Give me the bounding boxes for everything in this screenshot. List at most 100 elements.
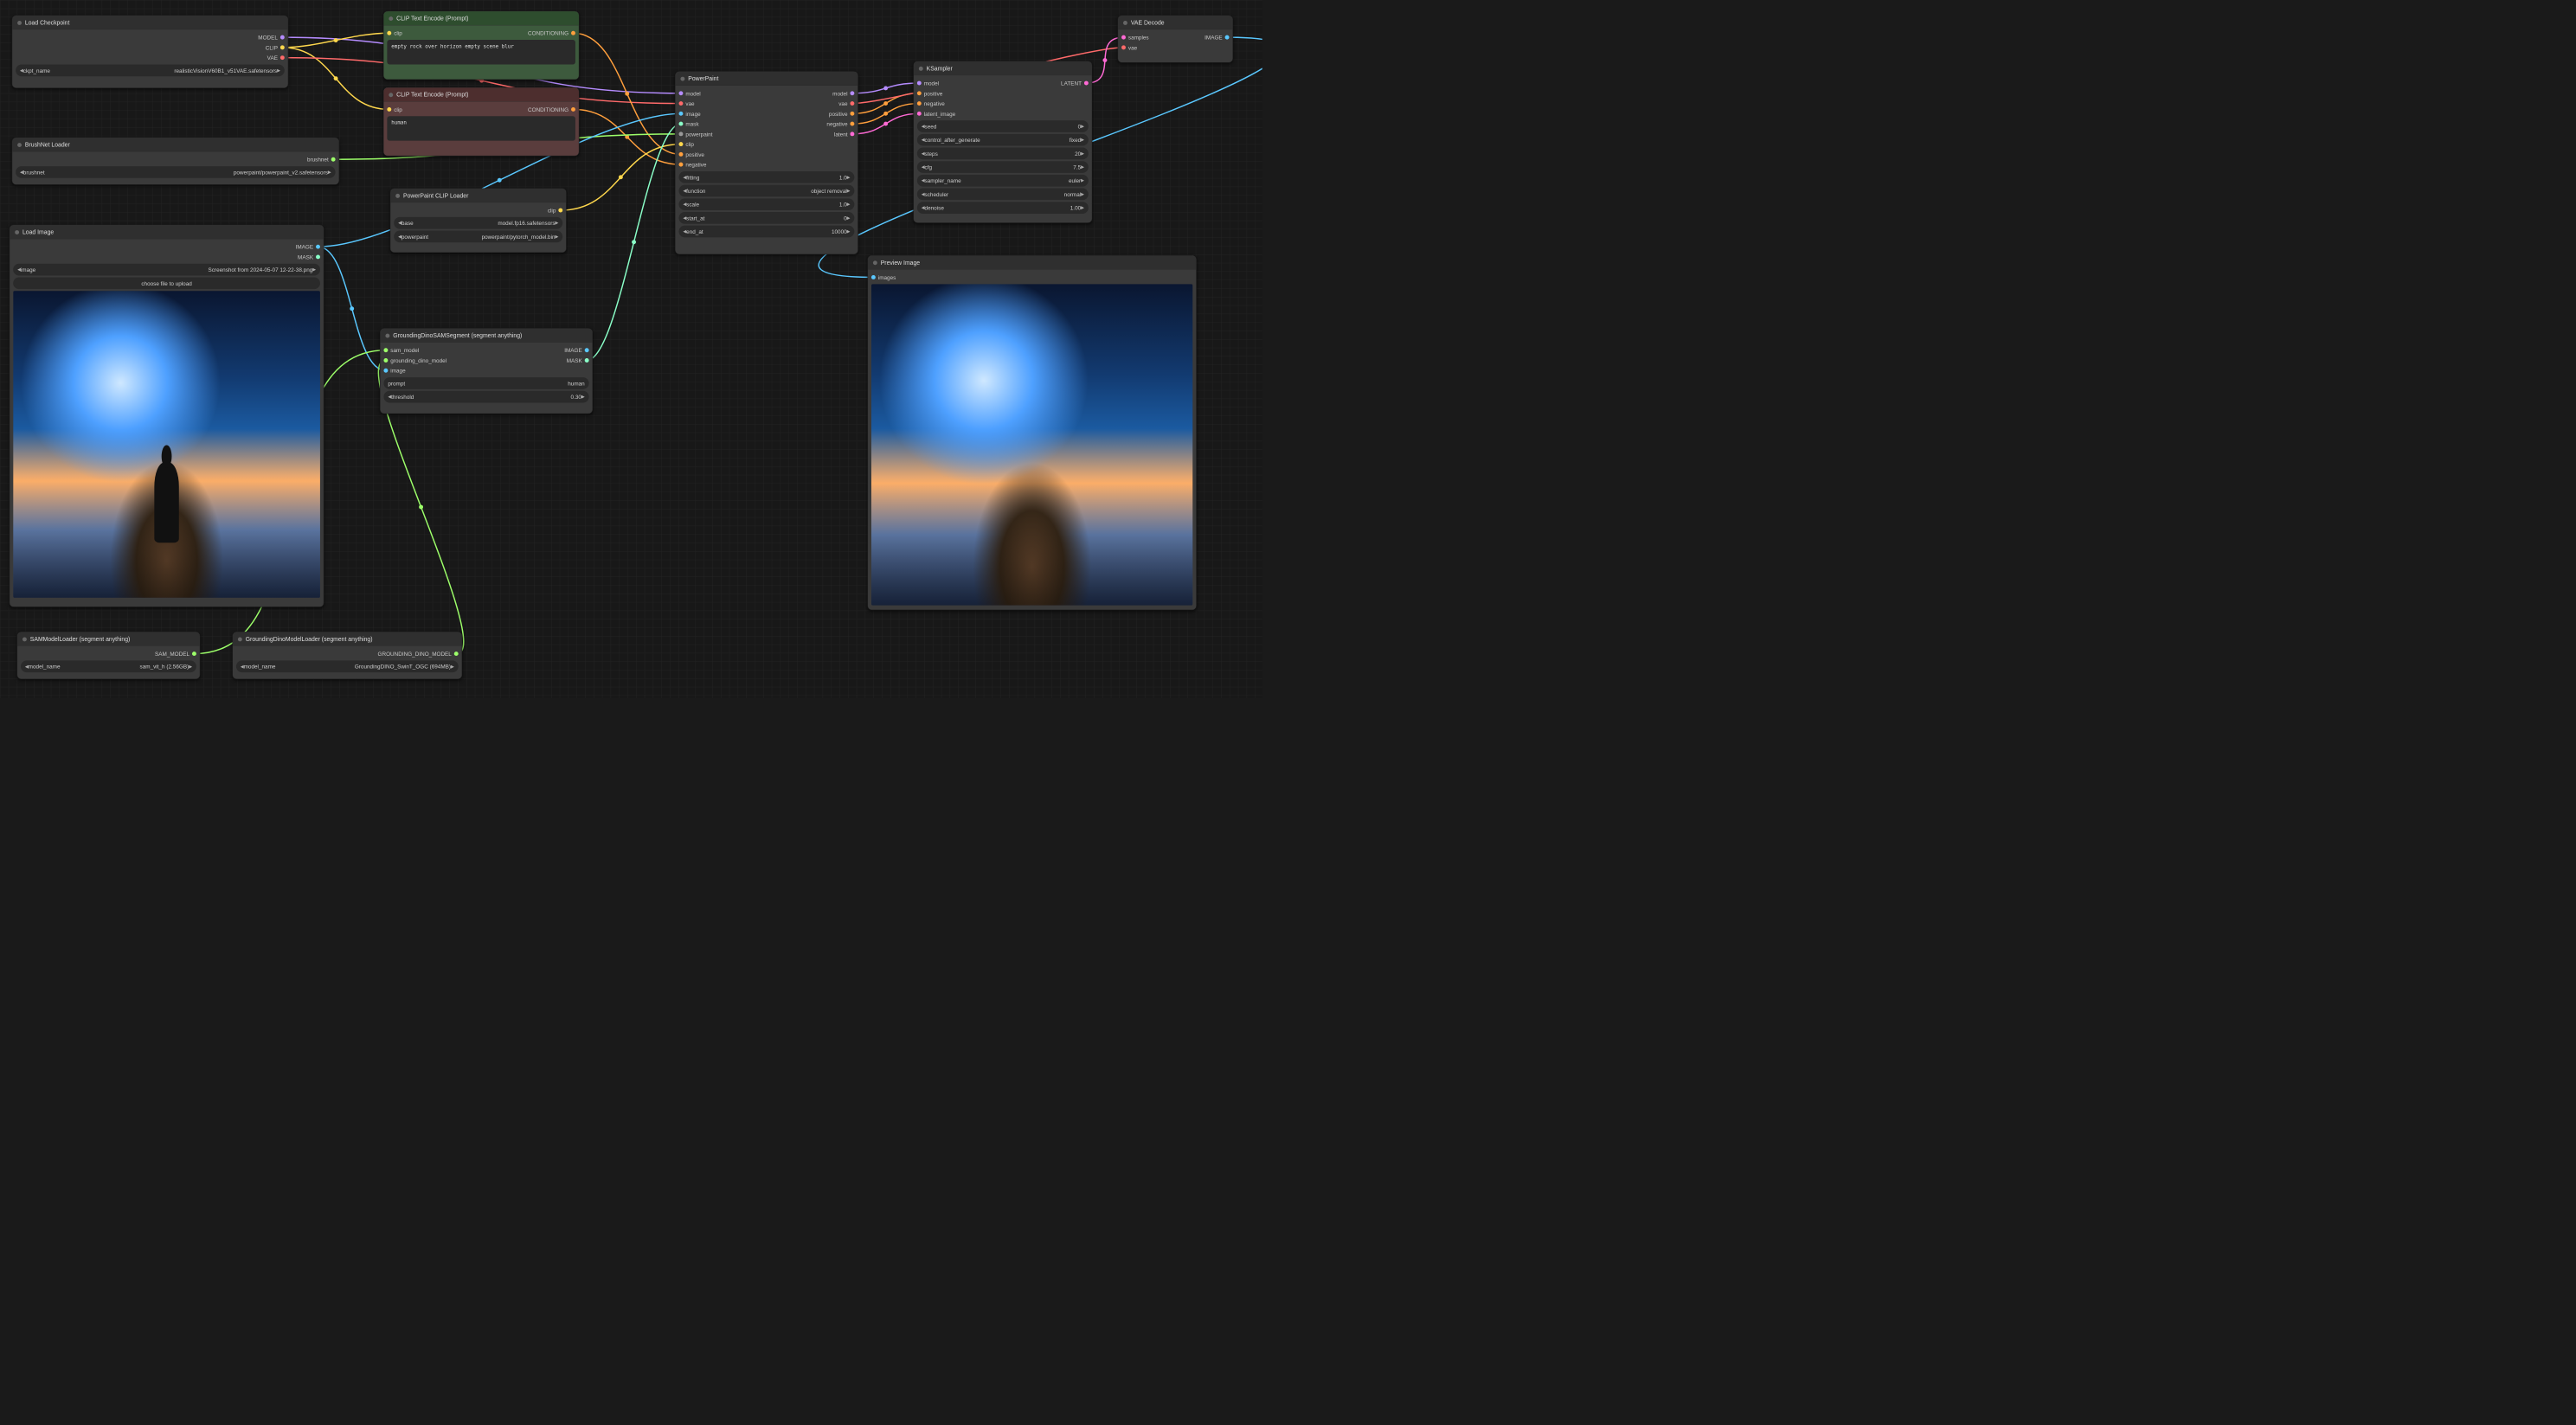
output-port-CONDITIONING[interactable]	[571, 31, 575, 35]
wire[interactable]	[282, 33, 389, 48]
node-load_image[interactable]: Load ImageIMAGEMASK◀imageScreenshot from…	[10, 225, 324, 607]
node-dino_loader[interactable]: GroundingDinoModelLoader (segment anythi…	[233, 632, 463, 679]
widget-fitting[interactable]: ◀fitting1.0▶	[678, 171, 854, 183]
widget-threshold[interactable]: ◀threshold0.30▶	[383, 391, 588, 403]
node-title[interactable]: BrushNet Loader	[12, 138, 338, 151]
output-port-GROUNDING_DINO_MODEL[interactable]	[454, 652, 459, 656]
input-port-grounding_dino_model[interactable]	[383, 358, 388, 363]
node-title[interactable]: KSampler	[914, 61, 1092, 75]
output-port-CONDITIONING[interactable]	[571, 107, 575, 112]
input-port-vae[interactable]	[1121, 45, 1126, 49]
widget-sampler_name[interactable]: ◀sampler_nameeuler▶	[917, 175, 1089, 187]
collapse-dot-icon[interactable]	[919, 67, 923, 71]
wire[interactable]	[852, 104, 919, 125]
output-port-latent[interactable]	[850, 132, 854, 136]
input-port-image[interactable]	[678, 112, 683, 116]
prompt-textarea[interactable]: empty rock over horizon empty scene blur	[387, 40, 575, 64]
wire[interactable]	[561, 144, 681, 210]
wire[interactable]	[573, 109, 680, 164]
node-title[interactable]: CLIP Text Encode (Prompt)	[383, 87, 578, 101]
widget-model_name[interactable]: ◀model_nameGroundingDINO_SwinT_OGC (694M…	[236, 660, 459, 672]
node-ksampler[interactable]: KSamplermodelLATENTpositivenegativelaten…	[913, 61, 1092, 223]
output-port-vae[interactable]	[850, 101, 854, 106]
node-title[interactable]: VAE Decode	[1118, 16, 1232, 29]
input-port-clip[interactable]	[387, 31, 391, 35]
output-port-positive[interactable]	[850, 112, 854, 116]
widget-image[interactable]: ◀imageScreenshot from 2024-05-07 12-22-3…	[13, 264, 320, 276]
input-port-sam_model[interactable]	[383, 348, 388, 352]
widget-denoise[interactable]: ◀denoise1.00▶	[917, 202, 1089, 214]
wire[interactable]	[282, 48, 389, 110]
widget-powerpaint[interactable]: ◀powerpaintpowerpaint/pytorch_model.bin▶	[394, 231, 562, 243]
wire[interactable]	[318, 247, 386, 370]
input-port-clip[interactable]	[387, 107, 391, 112]
collapse-dot-icon[interactable]	[17, 21, 22, 25]
node-vae_decode[interactable]: VAE DecodesamplesIMAGEvae	[1118, 16, 1233, 63]
collapse-dot-icon[interactable]	[873, 260, 877, 265]
widget-seed[interactable]: ◀seed0▶	[917, 120, 1089, 132]
widget-base[interactable]: ◀basemodel.fp16.safetensors▶	[394, 217, 562, 229]
output-port-MASK[interactable]	[585, 358, 589, 363]
widget-model_name[interactable]: ◀model_namesam_vit_h (2.56GB)▶	[21, 660, 196, 672]
node-title[interactable]: SAMModelLoader (segment anything)	[17, 632, 200, 646]
output-port-CLIP[interactable]	[280, 45, 285, 49]
widget-ckpt_name[interactable]: ◀ckpt_namerealisticVisionV60B1_v51VAE.sa…	[16, 64, 285, 76]
node-title[interactable]: GroundingDinoModelLoader (segment anythi…	[233, 632, 462, 646]
node-title[interactable]: PowerPaint CLIP Loader	[390, 189, 566, 202]
input-port-mask[interactable]	[678, 122, 683, 126]
input-port-clip[interactable]	[678, 142, 683, 146]
input-port-model[interactable]	[917, 81, 922, 86]
node-title[interactable]: PowerPaint	[676, 72, 858, 86]
output-port-MASK[interactable]	[316, 254, 320, 259]
collapse-dot-icon[interactable]	[389, 93, 393, 97]
output-port-IMAGE[interactable]	[316, 245, 320, 249]
output-port-brushnet[interactable]	[331, 157, 336, 162]
output-port-SAM_MODEL[interactable]	[192, 652, 196, 656]
node-title[interactable]: Preview Image	[868, 255, 1196, 269]
input-port-samples[interactable]	[1121, 35, 1126, 40]
upload-button[interactable]: choose file to upload	[13, 277, 320, 289]
wire[interactable]	[587, 124, 681, 360]
output-port-model[interactable]	[850, 91, 854, 95]
input-port-model[interactable]	[678, 91, 683, 95]
collapse-dot-icon[interactable]	[385, 334, 389, 338]
input-port-negative[interactable]	[678, 163, 683, 167]
input-port-latent_image[interactable]	[917, 112, 922, 116]
output-port-MODEL[interactable]	[280, 35, 285, 40]
widget-scheduler[interactable]: ◀schedulernormal▶	[917, 189, 1089, 201]
wire[interactable]	[852, 113, 919, 134]
input-port-positive[interactable]	[678, 152, 683, 157]
widget-brushnet[interactable]: ◀brushnetpowerpaint/powerpaint_v2.safete…	[16, 166, 335, 178]
input-port-positive[interactable]	[917, 91, 922, 95]
node-powerpaint[interactable]: PowerPaintmodelmodelvaevaeimagepositivem…	[675, 71, 858, 254]
widget-function[interactable]: ◀functionobject removal▶	[678, 185, 854, 197]
wire[interactable]	[852, 83, 919, 93]
widget-scale[interactable]: ◀scale1.0▶	[678, 198, 854, 210]
node-load_ckpt[interactable]: Load CheckpointMODELCLIPVAE◀ckpt_namerea…	[12, 16, 288, 88]
widget-steps[interactable]: ◀steps20▶	[917, 148, 1089, 160]
collapse-dot-icon[interactable]	[17, 143, 22, 147]
input-port-vae[interactable]	[678, 101, 683, 106]
node-brushnet[interactable]: BrushNet Loaderbrushnet◀brushnetpowerpai…	[12, 138, 339, 185]
widget-end_at[interactable]: ◀end_at10000▶	[678, 226, 854, 238]
collapse-dot-icon[interactable]	[238, 638, 242, 642]
output-port-IMAGE[interactable]	[585, 348, 589, 352]
prompt-textarea[interactable]: human	[387, 116, 575, 140]
output-port-IMAGE[interactable]	[1225, 35, 1230, 40]
node-title[interactable]: GroundingDinoSAMSegment (segment anythin…	[381, 329, 593, 343]
widget-control_after_generate[interactable]: ◀control_after_generatefixed▶	[917, 134, 1089, 146]
input-port-images[interactable]	[871, 275, 876, 279]
node-title[interactable]: Load Image	[10, 225, 324, 239]
wire[interactable]	[852, 93, 919, 114]
collapse-dot-icon[interactable]	[680, 77, 684, 81]
widget-start_at[interactable]: ◀start_at0▶	[678, 212, 854, 224]
node-gdsam[interactable]: GroundingDinoSAMSegment (segment anythin…	[380, 328, 593, 414]
output-port-clip[interactable]	[558, 209, 562, 213]
collapse-dot-icon[interactable]	[395, 194, 400, 198]
output-port-negative[interactable]	[850, 122, 854, 126]
node-title[interactable]: Load Checkpoint	[12, 16, 288, 29]
output-port-LATENT[interactable]	[1084, 81, 1089, 86]
input-port-image[interactable]	[383, 369, 388, 373]
node-graph-canvas[interactable]: Load CheckpointMODELCLIPVAE◀ckpt_namerea…	[0, 0, 1262, 698]
collapse-dot-icon[interactable]	[15, 230, 19, 234]
